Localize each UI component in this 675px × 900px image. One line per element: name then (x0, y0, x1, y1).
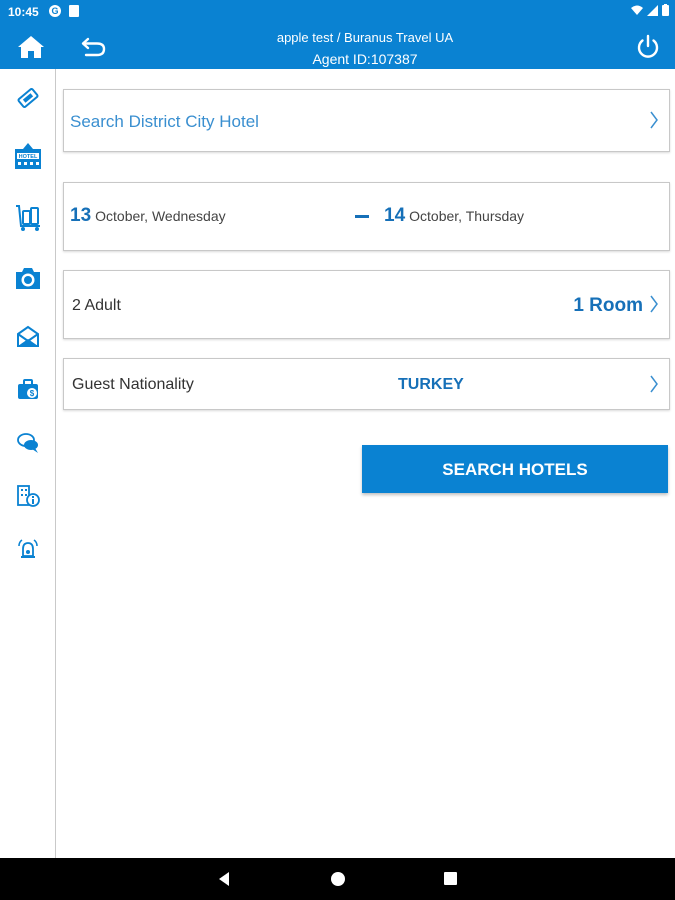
sidebar-item-hotels[interactable]: HOTEL (11, 139, 45, 173)
svg-text:$: $ (30, 389, 35, 398)
checkout-text: October, Thursday (409, 208, 525, 224)
briefcase-icon: $ (18, 379, 38, 399)
date-separator (355, 215, 369, 218)
hotel-search-placeholder: Search District City Hotel (70, 112, 259, 131)
sidebar: HOTEL $ (0, 69, 56, 858)
sidebar-item-messages[interactable] (11, 319, 45, 353)
building-info-icon (17, 485, 40, 507)
chevron-right-icon (650, 375, 658, 393)
checkout-date[interactable]: 14 October, Thursday (384, 205, 524, 227)
agent-id: Agent ID:107387 (312, 51, 418, 67)
alarm-icon (18, 539, 38, 558)
checkout-day: 14 (384, 205, 406, 226)
luggage-cart-icon (16, 205, 40, 231)
nationality-selector[interactable]: Guest Nationality TURKEY (63, 358, 670, 410)
sidebar-item-info[interactable] (11, 479, 45, 513)
nav-back-icon[interactable] (216, 871, 232, 887)
ticket-icon (17, 87, 39, 109)
envelope-icon (17, 325, 39, 347)
undo-arrow-icon (81, 37, 106, 57)
wifi-icon (631, 5, 643, 15)
nationality-value: TURKEY (398, 376, 464, 393)
checkin-text: October, Wednesday (95, 208, 226, 224)
header-title: apple test / Buranus Travel UA (276, 30, 454, 45)
date-range-picker[interactable]: 13 October, Wednesday 14 October, Thursday (63, 182, 670, 251)
chat-icon (17, 433, 38, 453)
logout-button[interactable] (634, 33, 662, 61)
status-icons (631, 4, 669, 16)
hotel-search-form: Search District City Hotel 13 October, We… (56, 69, 675, 858)
hotel-icon: HOTEL (15, 143, 41, 169)
search-hotels-button[interactable]: SEARCH HOTELS (362, 445, 668, 493)
nationality-label: Guest Nationality (72, 376, 194, 393)
sidebar-item-tours[interactable] (11, 261, 45, 295)
checkin-day: 13 (70, 205, 92, 226)
hotel-search-field[interactable]: Search District City Hotel (63, 89, 670, 152)
home-icon (18, 36, 44, 58)
power-icon (637, 34, 659, 58)
nav-recents-icon[interactable] (444, 872, 457, 885)
status-time: 10:45 (8, 5, 39, 19)
chevron-right-icon (650, 111, 658, 129)
home-button[interactable] (16, 34, 46, 60)
status-bar: 10:45 G (0, 0, 675, 24)
rooms-count: 1 Room (573, 295, 643, 316)
top-header: 10:45 G apple test / Buranus Travel UA A… (0, 0, 675, 69)
guests-rooms-selector[interactable]: 2 Adult 1 Room (63, 270, 670, 339)
notification-doc-icon (69, 5, 79, 17)
nav-home-icon[interactable] (331, 872, 345, 886)
notification-g-icon: G (49, 5, 61, 17)
sidebar-item-support[interactable] (11, 426, 45, 460)
sidebar-item-tickets[interactable] (11, 81, 45, 115)
back-button[interactable] (80, 34, 108, 60)
checkin-date[interactable]: 13 October, Wednesday (70, 205, 226, 227)
battery-icon (662, 4, 669, 16)
sidebar-item-notifications[interactable] (11, 533, 45, 567)
sidebar-item-transfers[interactable] (11, 200, 45, 234)
chevron-right-icon (650, 295, 658, 313)
signal-icon (647, 4, 658, 16)
system-nav-bar (0, 858, 675, 900)
sidebar-item-payments[interactable]: $ (11, 372, 45, 406)
guests-count: 2 Adult (72, 297, 121, 314)
camera-icon (16, 268, 40, 289)
svg-text:HOTEL: HOTEL (19, 154, 38, 160)
